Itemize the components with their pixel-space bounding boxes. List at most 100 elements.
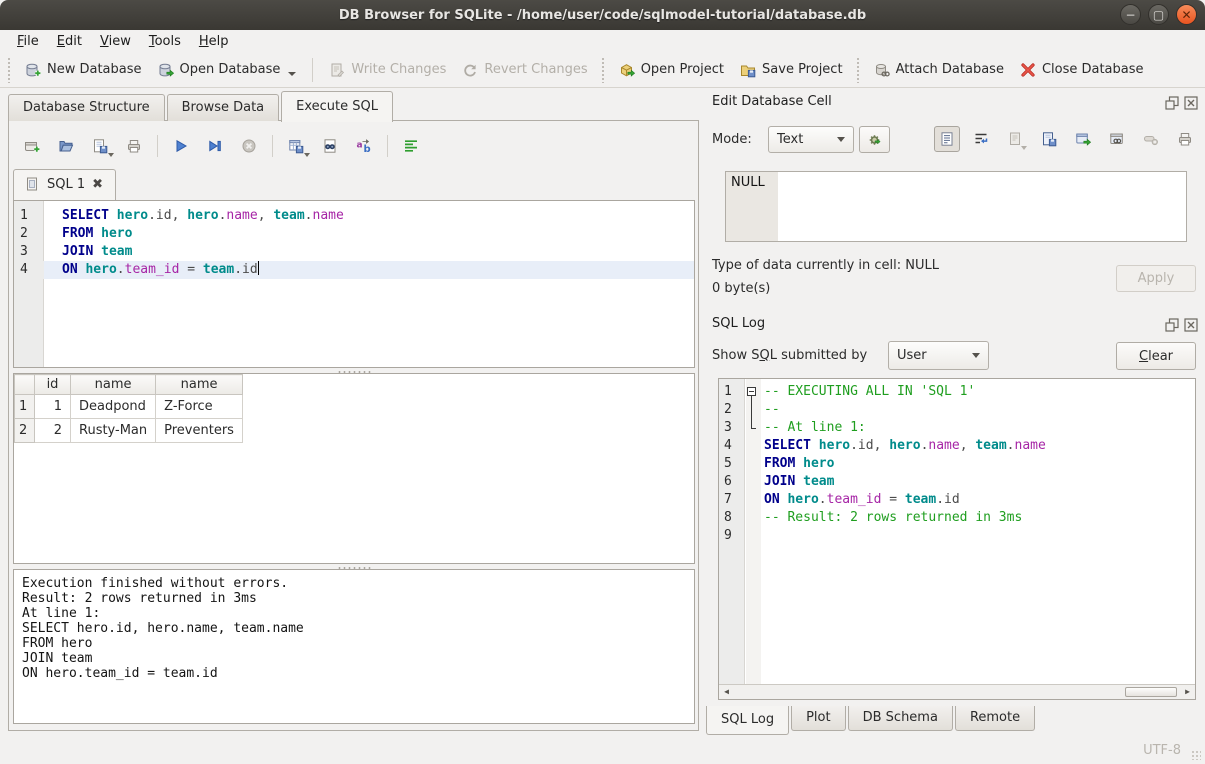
clear-log-button[interactable]: Clear xyxy=(1116,342,1196,370)
log-line[interactable]: 3-- At line 1: xyxy=(719,419,1195,437)
log-line[interactable]: 1-- EXECUTING ALL IN 'SQL 1' xyxy=(719,383,1195,401)
auto-apply-button[interactable] xyxy=(859,126,890,153)
tab-remote[interactable]: Remote xyxy=(955,706,1035,731)
format-sql-button[interactable] xyxy=(396,133,426,159)
editor-line-text: FROM hero xyxy=(44,225,132,243)
cell-null-strip: NULL xyxy=(726,172,778,241)
code-token xyxy=(93,244,101,259)
results-column-header[interactable]: id xyxy=(35,375,71,395)
code-token: team xyxy=(803,474,834,489)
word-wrap-button[interactable] xyxy=(968,126,994,152)
log-line[interactable]: 5FROM hero xyxy=(719,455,1195,473)
export-data-button[interactable] xyxy=(1036,126,1062,152)
open-sql-file-button[interactable] xyxy=(51,133,81,159)
fold-marker xyxy=(745,437,760,455)
scroll-left-icon[interactable]: ◀ xyxy=(719,685,734,699)
results-row-header[interactable]: 1 xyxy=(15,395,35,419)
fold-marker[interactable] xyxy=(745,383,760,401)
table-row[interactable]: 22Rusty-ManPreventers xyxy=(15,419,243,443)
sql-editor[interactable]: 1SELECT hero.id, hero.name, team.name2FR… xyxy=(13,200,695,368)
tab-execute-sql[interactable]: Execute SQL xyxy=(281,91,393,122)
sql-doc-tab[interactable]: SQL 1 ✖ xyxy=(13,169,116,200)
chevron-down-icon[interactable] xyxy=(108,153,114,157)
tab-sql-log[interactable]: SQL Log xyxy=(706,706,789,735)
editor-line[interactable]: 3JOIN team xyxy=(14,243,694,261)
results-grid[interactable]: idnamename11DeadpondZ-Force22Rusty-ManPr… xyxy=(13,373,695,564)
close-button[interactable]: ✕ xyxy=(1176,4,1197,25)
results-cell[interactable]: Deadpond xyxy=(71,395,156,419)
execute-current-line-button[interactable] xyxy=(200,133,230,159)
execution-message-area[interactable]: Execution finished without errors. Resul… xyxy=(13,569,695,724)
results-column-header[interactable]: name xyxy=(156,375,243,395)
close-dock-icon[interactable] xyxy=(1183,317,1196,330)
results-cell[interactable]: 1 xyxy=(35,395,71,419)
execute-all-button[interactable] xyxy=(166,133,196,159)
close-tab-icon[interactable]: ✖ xyxy=(92,177,103,192)
results-column-header[interactable]: name xyxy=(71,375,156,395)
editor-line[interactable]: 1SELECT hero.id, hero.name, team.name xyxy=(14,207,694,225)
save-sql-file-button[interactable] xyxy=(85,133,115,159)
print-cell-button[interactable] xyxy=(1172,126,1198,152)
chevron-down-icon[interactable] xyxy=(304,153,310,157)
new-database-button[interactable]: New Database xyxy=(17,57,150,83)
results-cell[interactable]: 2 xyxy=(35,419,71,443)
scroll-right-icon[interactable]: ▶ xyxy=(1180,685,1195,699)
results-save-icon xyxy=(288,138,304,154)
tab-database-structure[interactable]: Database Structure xyxy=(8,94,165,121)
close-dock-icon[interactable] xyxy=(1183,95,1196,108)
print-sql-button[interactable] xyxy=(119,133,149,159)
menu-edit[interactable]: Edit xyxy=(48,32,91,51)
editor-line[interactable]: 2FROM hero xyxy=(14,225,694,243)
tab-db-schema[interactable]: DB Schema xyxy=(848,706,953,731)
open-in-external-button[interactable] xyxy=(1070,126,1096,152)
save-results-button[interactable] xyxy=(281,133,311,159)
log-line[interactable]: 2-- xyxy=(719,401,1195,419)
sql-log-viewer[interactable]: 1-- EXECUTING ALL IN 'SQL 1'2--3-- At li… xyxy=(718,378,1196,700)
code-token: = xyxy=(179,262,202,277)
close-database-button[interactable]: Close Database xyxy=(1012,57,1152,83)
menu-help[interactable]: Help xyxy=(190,32,238,51)
save-project-button[interactable]: Save Project xyxy=(732,57,851,83)
results-cell[interactable]: Rusty-Man xyxy=(71,419,156,443)
editor-line-text: JOIN team xyxy=(44,243,132,261)
log-line[interactable]: 4SELECT hero.id, hero.name, team.name xyxy=(719,437,1195,455)
cell-mode-select[interactable]: Text xyxy=(768,126,854,153)
copy-link-button[interactable] xyxy=(1104,126,1130,152)
open-project-button[interactable]: Open Project xyxy=(611,57,732,83)
float-dock-icon[interactable] xyxy=(1164,95,1177,108)
editor-line[interactable]: 4ON hero.team_id = team.id xyxy=(14,261,694,279)
title-bar[interactable]: DB Browser for SQLite - /home/user/code/… xyxy=(0,0,1205,30)
log-line[interactable]: 8-- Result: 2 rows returned in 3ms xyxy=(719,509,1195,527)
menu-tools[interactable]: Tools xyxy=(140,32,190,51)
menu-view[interactable]: View xyxy=(91,32,140,51)
auto-complete-button[interactable]: ab xyxy=(349,133,379,159)
maximize-button[interactable]: ▢ xyxy=(1148,4,1169,25)
log-line[interactable]: 9 xyxy=(719,527,1195,545)
attach-database-button[interactable]: Attach Database xyxy=(866,57,1012,83)
log-line[interactable]: 7ON hero.team_id = team.id xyxy=(719,491,1195,509)
results-cell[interactable]: Preventers xyxy=(156,419,243,443)
resize-grip[interactable] xyxy=(1191,750,1201,760)
float-dock-icon[interactable] xyxy=(1164,317,1177,330)
find-in-sql-button[interactable] xyxy=(315,133,345,159)
apply-button[interactable]: Apply xyxy=(1116,265,1196,292)
open-new-tab-button[interactable] xyxy=(17,133,47,159)
text-view-button[interactable] xyxy=(934,126,960,152)
menu-file[interactable]: File xyxy=(8,32,48,51)
table-row[interactable]: 11DeadpondZ-Force xyxy=(15,395,243,419)
minimize-button[interactable]: − xyxy=(1120,4,1141,25)
sql-log-filter-select[interactable]: User xyxy=(888,341,989,370)
tab-browse-data[interactable]: Browse Data xyxy=(167,94,280,121)
open-database-button[interactable]: Open Database xyxy=(150,57,305,83)
code-token: hero xyxy=(819,438,850,453)
chevron-down-icon[interactable] xyxy=(288,72,296,76)
results-cell[interactable]: Z-Force xyxy=(156,395,243,419)
log-horizontal-scrollbar[interactable]: ◀ ▶ xyxy=(719,684,1195,699)
cell-value-editor[interactable]: NULL xyxy=(725,171,1187,242)
scrollbar-thumb[interactable] xyxy=(1125,687,1177,697)
cell-mode-value: Text xyxy=(777,132,803,147)
results-row-header[interactable]: 2 xyxy=(15,419,35,443)
log-line[interactable]: 6JOIN team xyxy=(719,473,1195,491)
tab-plot[interactable]: Plot xyxy=(791,706,846,731)
results-corner-header[interactable] xyxy=(15,375,35,395)
